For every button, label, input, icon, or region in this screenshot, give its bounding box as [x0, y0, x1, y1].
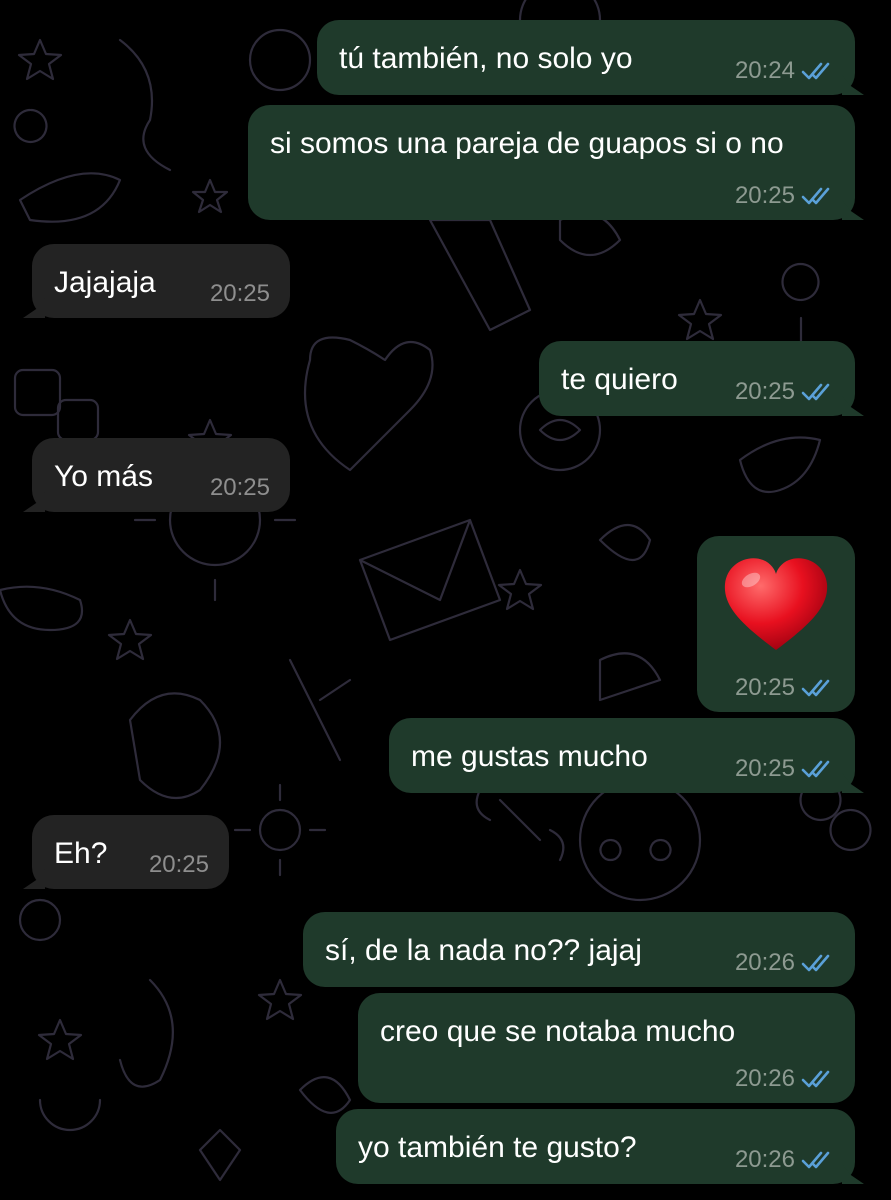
message-time: 20:25 — [734, 182, 795, 209]
message-bubble-outgoing[interactable]: sí, de la nada no?? jajaj 20:26 — [303, 912, 855, 987]
message-time: 20:25 — [734, 378, 795, 405]
read-double-check-icon — [801, 679, 830, 697]
read-double-check-icon — [801, 1070, 830, 1088]
message-time: 20:25 — [209, 474, 270, 501]
read-double-check-icon — [801, 1151, 830, 1169]
message-time: 20:26 — [734, 1065, 795, 1092]
message-time: 20:26 — [734, 949, 795, 976]
red-heart-emoji — [724, 558, 828, 650]
message-time: 20:25 — [734, 674, 795, 701]
message-bubble-outgoing[interactable]: 20:25 — [697, 536, 855, 712]
message-time: 20:25 — [734, 755, 795, 782]
read-double-check-icon — [801, 62, 830, 80]
message-time: 20:26 — [734, 1146, 795, 1173]
message-time: 20:25 — [148, 851, 209, 878]
message-time: 20:25 — [209, 280, 270, 307]
message-bubble-incoming[interactable]: Yo más 20:25 — [32, 438, 290, 512]
message-time: 20:24 — [734, 57, 795, 84]
message-text: si somos una pareja de guapos si o no — [270, 127, 784, 160]
message-bubble-incoming[interactable]: Jajajaja 20:25 — [32, 244, 290, 318]
message-text: creo que se notaba mucho — [380, 1015, 736, 1048]
message-bubble-incoming[interactable]: Eh? 20:25 — [32, 815, 229, 889]
message-bubble-outgoing[interactable]: te quiero 20:25 — [539, 341, 855, 416]
message-bubble-outgoing[interactable]: me gustas mucho 20:25 — [389, 718, 855, 793]
read-double-check-icon — [801, 760, 830, 778]
message-bubble-outgoing[interactable]: tú también, no solo yo 20:24 — [317, 20, 855, 95]
message-bubble-outgoing[interactable]: yo también te gusto? 20:26 — [336, 1109, 855, 1184]
message-bubble-outgoing[interactable]: creo que se notaba mucho 20:26 — [358, 993, 855, 1103]
read-double-check-icon — [801, 383, 830, 401]
message-bubble-outgoing[interactable]: si somos una pareja de guapos si o no 20… — [248, 105, 855, 220]
read-double-check-icon — [801, 187, 830, 205]
read-double-check-icon — [801, 954, 830, 972]
